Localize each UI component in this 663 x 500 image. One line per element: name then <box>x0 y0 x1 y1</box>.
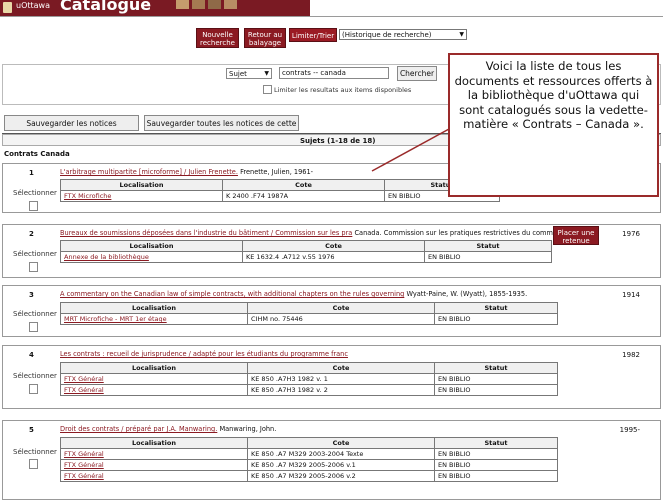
callout-pointer-line <box>371 128 450 172</box>
callout-text: Voici la liste de tous les documents et … <box>454 59 653 131</box>
callout-box: Voici la liste de tous les documents et … <box>448 53 659 197</box>
